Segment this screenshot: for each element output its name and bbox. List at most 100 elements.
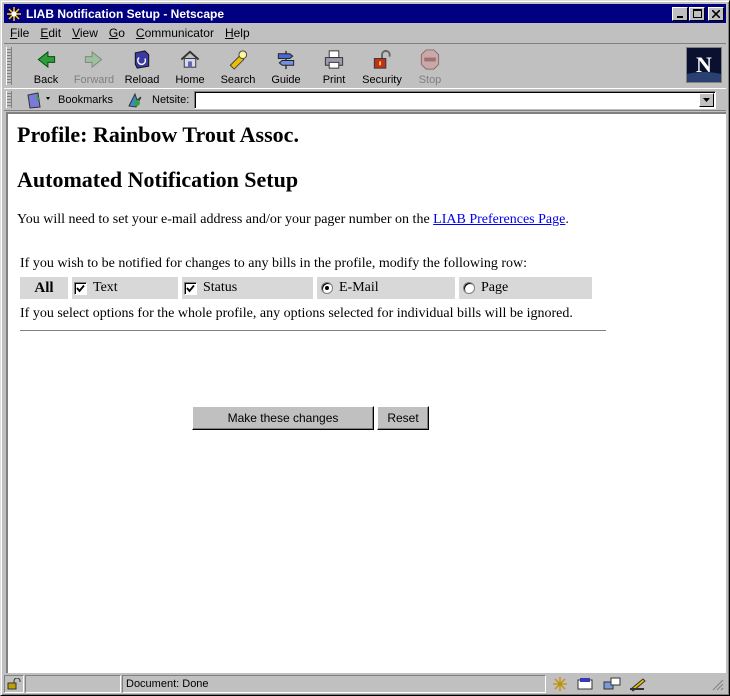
printer-icon bbox=[324, 50, 344, 69]
guide-signpost-icon bbox=[277, 50, 295, 70]
menu-go[interactable]: Go bbox=[109, 26, 125, 40]
composer-icon[interactable] bbox=[628, 676, 648, 692]
search-flashlight-icon bbox=[229, 50, 248, 70]
print-label: Print bbox=[322, 74, 346, 86]
close-button[interactable] bbox=[708, 6, 724, 21]
email-radio[interactable] bbox=[321, 282, 333, 294]
email-option-label: E-Mail bbox=[339, 280, 379, 295]
row-instruction: If you wish to be notified for changes t… bbox=[20, 256, 528, 271]
checkmark-icon bbox=[76, 284, 85, 292]
toolbar-grip[interactable] bbox=[6, 47, 12, 85]
status-bar: Document: Done bbox=[4, 675, 726, 693]
stop-label: Stop bbox=[418, 74, 442, 86]
netsite-area: Netsite: bbox=[126, 91, 189, 109]
status-text: Document: Done bbox=[122, 675, 546, 693]
netsite-label: Netsite: bbox=[152, 94, 190, 106]
guide-button[interactable]: Guide bbox=[262, 46, 310, 86]
location-toolbar-grip[interactable] bbox=[6, 91, 12, 108]
home-label: Home bbox=[175, 74, 205, 86]
menu-file[interactable]: File bbox=[10, 26, 29, 40]
resize-grip[interactable] bbox=[712, 679, 724, 694]
intro-end: . bbox=[565, 212, 569, 227]
home-button[interactable]: Home bbox=[166, 46, 214, 86]
url-history-dropdown[interactable] bbox=[699, 93, 714, 107]
stop-button[interactable]: Stop bbox=[406, 46, 454, 86]
profile-heading: Profile: Rainbow Trout Assoc. bbox=[17, 122, 299, 147]
navigation-toolbar: Back Forward Reload Home Search Guide Pr… bbox=[4, 43, 726, 89]
back-label: Back bbox=[33, 74, 59, 86]
page-proxy-icon[interactable] bbox=[126, 91, 144, 109]
menu-bar: File Edit View Go Communicator Help bbox=[4, 24, 726, 42]
email-option: E-Mail bbox=[317, 277, 455, 299]
checkmark-icon bbox=[186, 284, 195, 292]
component-bar bbox=[550, 676, 648, 692]
url-input[interactable] bbox=[194, 91, 716, 109]
discussion-groups-icon[interactable] bbox=[602, 676, 622, 692]
horizontal-rule bbox=[20, 330, 606, 332]
guide-label: Guide bbox=[271, 74, 301, 86]
menu-edit[interactable]: Edit bbox=[40, 26, 61, 40]
netscape-n-logo-icon: N bbox=[687, 48, 721, 82]
reset-button[interactable]: Reset bbox=[377, 406, 429, 430]
stop-icon bbox=[420, 49, 440, 70]
browser-window: LIAB Notification Setup - Netscape File … bbox=[0, 0, 730, 696]
all-label: All bbox=[20, 277, 68, 299]
search-label: Search bbox=[220, 74, 256, 86]
reload-button[interactable]: Reload bbox=[118, 46, 166, 86]
options-note: If you select options for the whole prof… bbox=[20, 306, 573, 321]
svg-text:N: N bbox=[696, 52, 712, 77]
resize-grip-icon bbox=[712, 679, 724, 691]
bookmarks-icon bbox=[27, 92, 50, 109]
radio-selected-dot bbox=[325, 286, 329, 290]
maximize-button[interactable] bbox=[689, 6, 705, 21]
bookmarks-button[interactable]: Bookmarks bbox=[26, 91, 113, 109]
mail-inbox-icon[interactable] bbox=[576, 676, 596, 692]
security-label: Security bbox=[362, 74, 402, 86]
netscape-app-icon[interactable] bbox=[6, 6, 22, 22]
forward-arrow-icon bbox=[84, 50, 103, 69]
minimize-button[interactable] bbox=[672, 6, 688, 21]
security-status-indicator[interactable] bbox=[4, 675, 24, 693]
back-button[interactable]: Back bbox=[22, 46, 70, 86]
text-checkbox[interactable] bbox=[74, 281, 87, 295]
navigator-icon[interactable] bbox=[550, 676, 570, 692]
title-bar[interactable]: LIAB Notification Setup - Netscape bbox=[4, 4, 726, 23]
back-arrow-icon bbox=[37, 50, 56, 69]
forward-button[interactable]: Forward bbox=[70, 46, 118, 86]
page-radio[interactable] bbox=[463, 282, 475, 294]
menu-communicator[interactable]: Communicator bbox=[136, 26, 214, 40]
preferences-link[interactable]: LIAB Preferences Page bbox=[433, 212, 565, 227]
status-checkbox[interactable] bbox=[184, 281, 197, 295]
status-option: Status bbox=[182, 277, 313, 299]
close-icon bbox=[712, 9, 720, 18]
security-button[interactable]: Security bbox=[358, 46, 406, 86]
bookmarks-label: Bookmarks bbox=[58, 94, 114, 106]
menu-help[interactable]: Help bbox=[225, 26, 250, 40]
minimize-icon bbox=[677, 15, 683, 18]
status-option-label: Status bbox=[203, 280, 238, 295]
search-button[interactable]: Search bbox=[214, 46, 262, 86]
make-changes-button[interactable]: Make these changes bbox=[192, 406, 374, 430]
chevron-down-icon bbox=[703, 98, 710, 102]
security-padlock-icon bbox=[373, 49, 391, 69]
progress-bar bbox=[25, 675, 121, 693]
menu-view[interactable]: View bbox=[72, 26, 98, 40]
home-icon bbox=[180, 50, 200, 68]
forward-label: Forward bbox=[73, 74, 115, 86]
page-content[interactable]: Profile: Rainbow Trout Assoc. Automated … bbox=[6, 112, 726, 673]
reload-icon bbox=[134, 50, 150, 69]
unlocked-padlock-icon bbox=[7, 678, 21, 690]
location-toolbar: Bookmarks Netsite: bbox=[4, 89, 726, 111]
intro-paragraph: You will need to set your e-mail address… bbox=[17, 212, 569, 228]
page-option-label: Page bbox=[481, 280, 509, 295]
profile-options-row: All Text Status E-Mail Page bbox=[20, 277, 592, 299]
print-button[interactable]: Print bbox=[310, 46, 358, 86]
setup-heading: Automated Notification Setup bbox=[17, 167, 299, 192]
text-option: Text bbox=[72, 277, 178, 299]
reload-label: Reload bbox=[124, 74, 160, 86]
text-option-label: Text bbox=[93, 280, 118, 295]
window-title: LIAB Notification Setup - Netscape bbox=[26, 6, 225, 21]
page-option: Page bbox=[459, 277, 592, 299]
netscape-logo[interactable]: N bbox=[686, 47, 722, 83]
intro-text: You will need to set your e-mail address… bbox=[17, 212, 434, 227]
